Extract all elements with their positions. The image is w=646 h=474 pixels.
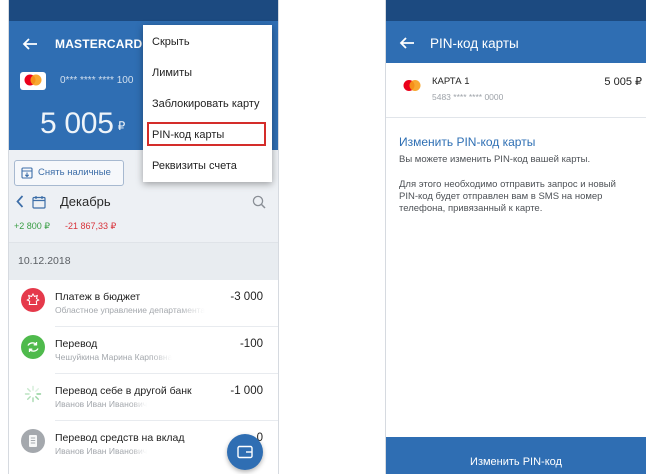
section-description: Вы можете изменить PIN-код вашей карты. (399, 154, 591, 165)
status-bar (386, 0, 646, 21)
menu-item-account-details[interactable]: Реквизиты счета (143, 151, 272, 182)
transaction-subtitle: Областное управление департамента (55, 305, 206, 315)
transaction-amount: -100 (239, 338, 263, 350)
transaction-subtitle: Чешуйкина Марина Карповна (55, 352, 173, 362)
card-actions-menu: Скрыть Лимиты Заблокировать карту PIN-ко… (143, 25, 272, 182)
date-label: 10.12.2018 (18, 255, 71, 267)
transaction-row[interactable]: Перевод Чешуйкина Марина Карповна -100 (9, 327, 278, 374)
date-group-header: 10.12.2018 (9, 242, 278, 280)
page-title: PIN-код карты (430, 36, 519, 51)
menu-item-label: Реквизиты счета (152, 160, 237, 172)
menu-item-limits[interactable]: Лимиты (143, 58, 272, 89)
search-icon[interactable] (252, 195, 266, 209)
transaction-amount: -3 000 (230, 291, 263, 303)
right-phone-screen: PIN-код карты КАРТА 1 5483 **** **** 000… (385, 0, 646, 474)
arrow-left-icon[interactable] (399, 36, 415, 50)
info-paragraph: Для этого необходимо отправить запрос и … (399, 179, 616, 215)
document-icon (21, 429, 45, 453)
menu-item-label: Лимиты (152, 67, 193, 79)
expense-total: -21 867,33 ₽ (65, 221, 117, 231)
mastercard-logo (403, 80, 421, 91)
status-bar (9, 0, 278, 21)
highlight-frame (147, 122, 266, 146)
menu-item-label: Скрыть (152, 36, 190, 48)
card-number: 0*** **** **** 100 (60, 75, 134, 86)
balance-amount: 5 005 (40, 107, 114, 140)
budget-emblem-icon (21, 288, 45, 312)
menu-item-block-card[interactable]: Заблокировать карту (143, 89, 272, 120)
section-title: Изменить PIN-код карты (399, 135, 536, 149)
transaction-subtitle: Иванов Иван Иванович (55, 446, 148, 456)
menu-item-hide[interactable]: Скрыть (143, 27, 272, 58)
change-pin-button-label: Изменить PIN-код (470, 456, 562, 468)
left-phone-screen: MASTERCARD 0*** **** **** 100 5 005 ₽ Скр… (8, 0, 279, 474)
card-number: 5483 **** **** 0000 (432, 92, 504, 102)
menu-item-label: Заблокировать карту (152, 98, 260, 110)
menu-item-pin-code[interactable]: PIN-код карты (143, 120, 272, 151)
transaction-row[interactable]: Перевод себе в другой банк Иванов Иван И… (9, 374, 278, 421)
cash-withdraw-icon (21, 167, 33, 179)
transaction-amount: -1 000 (230, 385, 263, 397)
transaction-row[interactable]: Платеж в бюджет Областное управление деп… (9, 280, 278, 327)
transaction-title: Платеж в бюджет (55, 291, 141, 303)
card-name: КАРТА 1 (432, 76, 470, 87)
info-line: телефона, привязанный к карте. (399, 203, 543, 214)
loading-spinner-icon (21, 382, 45, 406)
income-total: +2 800 ₽ (14, 221, 51, 231)
transaction-title: Перевод себе в другой банк (55, 385, 192, 397)
balance-currency: ₽ (117, 119, 126, 133)
transaction-title: Перевод (55, 338, 98, 350)
info-line: Для этого необходимо отправить запрос и … (399, 179, 616, 190)
wallet-fab-button[interactable] (227, 434, 263, 470)
transaction-subtitle: Иванов Иван Иванович (55, 399, 148, 409)
month-label[interactable]: Декабрь (60, 194, 111, 210)
arrow-left-icon[interactable] (22, 37, 38, 51)
card-balance: 5 005 ₽ (604, 76, 642, 88)
divider (386, 117, 646, 118)
wallet-icon (237, 445, 253, 459)
withdraw-cash-label: Снять наличные (38, 167, 111, 178)
transfer-arrows-icon (21, 335, 45, 359)
change-pin-button[interactable]: Изменить PIN-код (386, 437, 646, 474)
chevron-left-icon[interactable] (16, 195, 24, 208)
info-line: PIN-код будет отправлен вам в SMS на ном… (399, 191, 603, 202)
card-balance: 5 005 ₽ (40, 106, 125, 144)
calendar-icon[interactable] (32, 195, 46, 209)
page-title: MASTERCARD (55, 37, 143, 51)
withdraw-cash-button[interactable]: Снять наличные (14, 160, 124, 186)
mastercard-logo (20, 72, 46, 90)
transaction-title: Перевод средств на вклад (55, 432, 185, 444)
